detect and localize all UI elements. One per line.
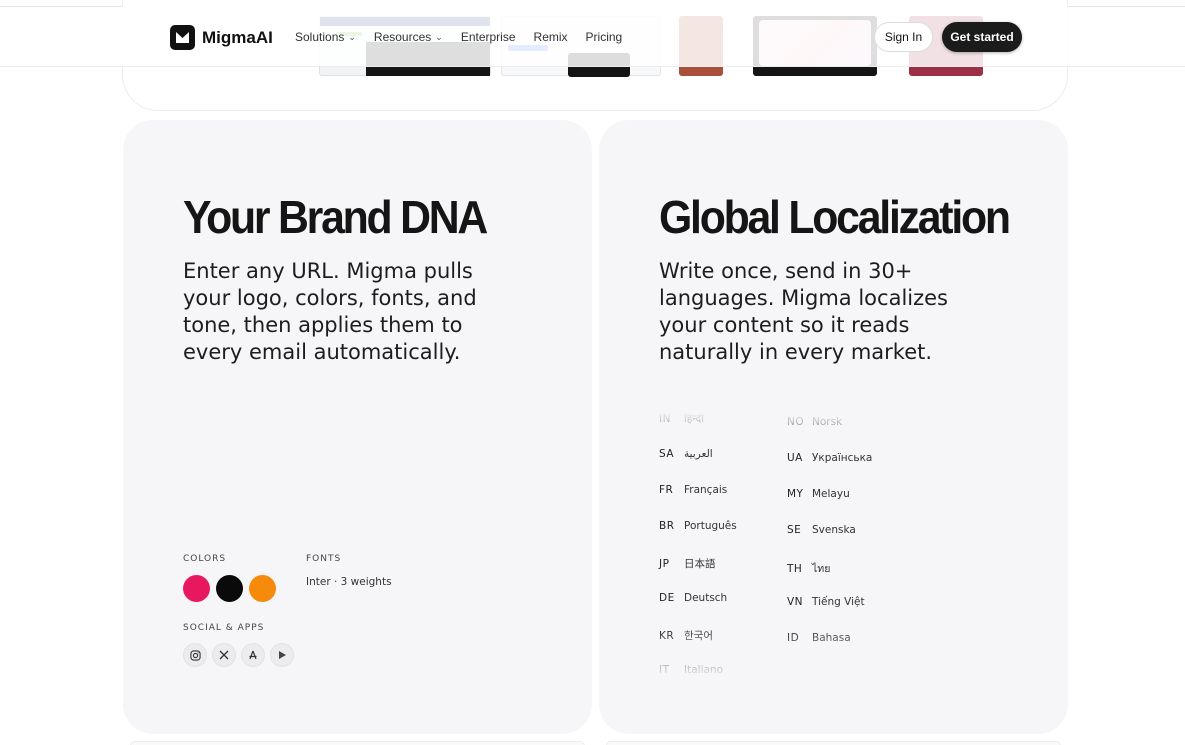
x-icon[interactable] bbox=[212, 643, 236, 667]
language-code: VN bbox=[787, 596, 804, 608]
social-apps-label: SOCIAL & APPS bbox=[183, 623, 265, 633]
language-item: NO Norsk bbox=[787, 416, 842, 428]
language-name: Français bbox=[684, 484, 728, 496]
language-code: FR bbox=[659, 484, 674, 496]
main-menu: Solutions ⌄ Resources ⌄ Enterprise Remix… bbox=[295, 30, 622, 44]
language-name: العربية bbox=[684, 448, 713, 460]
language-code: BR bbox=[659, 520, 675, 532]
language-item: FR Français bbox=[659, 484, 727, 496]
language-code: KR bbox=[659, 630, 675, 642]
next-section-card bbox=[130, 741, 585, 745]
language-name: 日本語 bbox=[684, 558, 716, 570]
language-code: JP bbox=[659, 558, 670, 570]
language-code: IT bbox=[659, 664, 670, 676]
global-localization-card: Global Localization Write once, send in … bbox=[599, 120, 1068, 734]
brand-logo[interactable]: MigmaAI bbox=[170, 25, 273, 50]
color-swatches bbox=[183, 575, 276, 602]
playstore-icon[interactable] bbox=[270, 643, 294, 667]
fonts-label: FONTS bbox=[306, 554, 342, 564]
language-code: ID bbox=[787, 632, 800, 644]
menu-label: Resources bbox=[373, 30, 432, 44]
language-code: TH bbox=[787, 563, 803, 575]
menu-label: Solutions bbox=[295, 30, 345, 44]
menu-remix[interactable]: Remix bbox=[534, 30, 568, 44]
language-name: Italiano bbox=[684, 664, 723, 676]
get-started-button[interactable]: Get started bbox=[942, 22, 1022, 52]
fonts-value: Inter · 3 weights bbox=[306, 576, 392, 588]
chevron-down-icon: ⌄ bbox=[348, 31, 356, 42]
card-description: Enter any URL. Migma pulls your logo, co… bbox=[183, 259, 477, 364]
language-name: Norsk bbox=[812, 416, 843, 428]
language-item: ID Bahasa bbox=[787, 632, 851, 644]
chevron-down-icon: ⌄ bbox=[435, 31, 443, 42]
instagram-icon[interactable] bbox=[183, 643, 207, 667]
appstore-icon[interactable] bbox=[241, 643, 265, 667]
colors-label: COLORS bbox=[183, 554, 227, 564]
language-code: SE bbox=[787, 524, 802, 536]
language-item: IT Italiano bbox=[659, 664, 723, 676]
card-description: Write once, send in 30+ languages. Migma… bbox=[659, 259, 948, 364]
language-name: हिन्दी bbox=[684, 413, 704, 425]
language-item: MY Melayu bbox=[787, 488, 850, 500]
language-name: ไทย bbox=[812, 563, 831, 575]
language-item: UA Українська bbox=[787, 452, 872, 464]
language-name: Melayu bbox=[812, 488, 850, 500]
card-title: Global Localization bbox=[659, 191, 1011, 243]
sign-in-button[interactable]: Sign In bbox=[874, 22, 933, 52]
language-item: KR 한국어 bbox=[659, 628, 713, 643]
language-code: MY bbox=[787, 488, 804, 500]
menu-pricing[interactable]: Pricing bbox=[586, 30, 623, 44]
language-code: DE bbox=[659, 592, 675, 604]
language-code: IN bbox=[659, 413, 671, 425]
language-name: Bahasa bbox=[812, 632, 851, 644]
top-navbar: MigmaAI Solutions ⌄ Resources ⌄ Enterpri… bbox=[0, 7, 1185, 67]
menu-label: Enterprise bbox=[460, 30, 516, 44]
language-item: BR Português bbox=[659, 520, 737, 532]
language-item: SE Svenska bbox=[787, 524, 856, 536]
language-item: DE Deutsch bbox=[659, 592, 727, 604]
menu-solutions[interactable]: Solutions ⌄ bbox=[295, 30, 356, 44]
language-item: IN हिन्दी bbox=[659, 412, 704, 426]
language-name: 한국어 bbox=[684, 630, 713, 642]
card-title: Your Brand DNA bbox=[183, 191, 488, 243]
social-icons bbox=[183, 643, 294, 667]
language-item: SA العربية bbox=[659, 448, 713, 460]
next-section-card bbox=[606, 741, 1061, 745]
language-name: Українська bbox=[812, 452, 873, 464]
language-list: IN हिन्दी SA العربية FR Français BR Port… bbox=[659, 412, 919, 682]
menu-resources[interactable]: Resources ⌄ bbox=[374, 30, 443, 44]
menu-enterprise[interactable]: Enterprise bbox=[461, 30, 516, 44]
language-name: Tiếng Việt bbox=[812, 596, 865, 608]
language-name: Svenska bbox=[812, 524, 856, 536]
language-name: Deutsch bbox=[684, 592, 728, 604]
brand-name: MigmaAI bbox=[202, 27, 273, 47]
language-item: TH ไทย bbox=[787, 560, 830, 577]
menu-label: Remix bbox=[533, 30, 568, 44]
migma-logo-icon bbox=[170, 25, 195, 50]
language-code: UA bbox=[787, 452, 803, 464]
language-code: SA bbox=[659, 448, 675, 460]
language-item: VN Tiếng Việt bbox=[787, 596, 865, 608]
language-code: NO bbox=[787, 416, 805, 428]
language-name: Português bbox=[684, 520, 737, 532]
color-swatch bbox=[249, 575, 276, 602]
menu-label: Pricing bbox=[585, 30, 623, 44]
brand-dna-card: Your Brand DNA Enter any URL. Migma pull… bbox=[123, 120, 592, 734]
color-swatch bbox=[183, 575, 210, 602]
color-swatch bbox=[216, 575, 243, 602]
language-item: JP 日本語 bbox=[659, 556, 716, 571]
